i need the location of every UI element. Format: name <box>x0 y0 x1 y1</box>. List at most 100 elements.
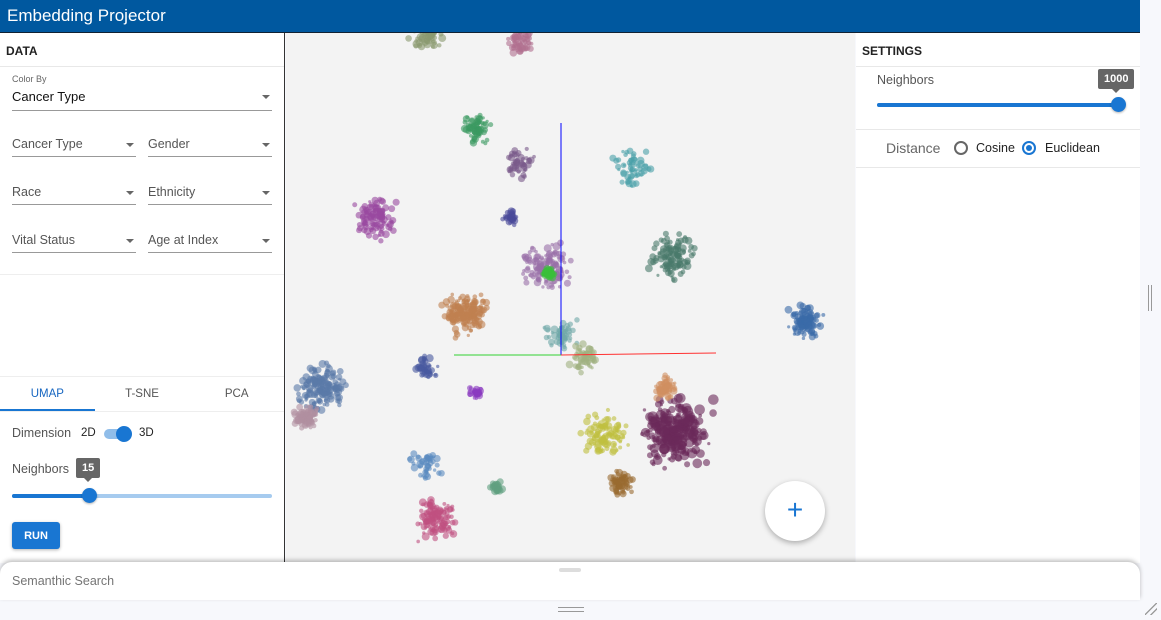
embedding-point[interactable] <box>708 394 719 405</box>
embedding-point[interactable] <box>661 433 673 445</box>
embedding-point[interactable] <box>629 166 636 173</box>
embedding-point[interactable] <box>509 48 518 57</box>
embedding-point[interactable] <box>304 396 309 401</box>
embedding-point[interactable] <box>610 446 618 455</box>
embedding-point[interactable] <box>429 452 437 459</box>
embedding-viewport[interactable]: + <box>286 33 855 563</box>
embedding-point[interactable] <box>438 301 446 309</box>
embedding-point[interactable] <box>458 306 464 313</box>
embedding-point[interactable] <box>512 40 517 44</box>
embedding-point[interactable] <box>541 285 545 289</box>
embedding-point[interactable] <box>653 414 659 420</box>
embedding-point[interactable] <box>572 342 580 350</box>
embedding-point[interactable] <box>562 260 567 265</box>
embedding-point[interactable] <box>545 273 554 281</box>
embedding-point[interactable] <box>662 372 668 379</box>
embedding-point[interactable] <box>676 231 683 238</box>
embedding-point[interactable] <box>549 343 554 348</box>
embedding-point[interactable] <box>461 298 465 302</box>
embedding-point[interactable] <box>419 508 424 514</box>
scatter-canvas[interactable] <box>286 33 855 563</box>
embedding-point[interactable] <box>615 472 621 477</box>
embedding-point[interactable] <box>430 44 435 49</box>
embedding-point[interactable] <box>432 468 437 472</box>
embedding-point[interactable] <box>689 434 694 440</box>
embedding-point[interactable] <box>328 373 336 381</box>
embedding-point[interactable] <box>327 381 333 387</box>
embedding-point[interactable] <box>562 345 567 350</box>
embedding-point[interactable] <box>657 380 664 387</box>
embedding-point[interactable] <box>432 535 439 542</box>
embedding-point[interactable] <box>511 35 516 40</box>
embedding-point[interactable] <box>675 412 682 418</box>
embedding-point[interactable] <box>691 445 701 455</box>
embedding-point[interactable] <box>293 384 301 392</box>
embedding-point[interactable] <box>379 226 385 232</box>
embedding-point[interactable] <box>666 388 673 395</box>
tab-tsne[interactable]: T-SNE <box>95 377 190 411</box>
embedding-point[interactable] <box>702 459 711 467</box>
embedding-point[interactable] <box>362 220 366 224</box>
embedding-point[interactable] <box>516 169 521 174</box>
embedding-point[interactable] <box>567 338 572 343</box>
embedding-point[interactable] <box>664 269 672 277</box>
embedding-point[interactable] <box>471 388 479 396</box>
embedding-point[interactable] <box>662 465 668 471</box>
embedding-point[interactable] <box>316 397 322 403</box>
embedding-point[interactable] <box>506 36 511 41</box>
embedding-point[interactable] <box>650 259 657 266</box>
tab-umap[interactable]: UMAP <box>0 377 95 411</box>
embedding-point[interactable] <box>388 205 396 213</box>
embedding-point[interactable] <box>664 241 670 248</box>
embedding-point[interactable] <box>424 470 429 474</box>
embedding-point[interactable] <box>426 501 432 507</box>
embedding-point[interactable] <box>306 380 311 385</box>
embedding-point[interactable] <box>595 447 602 454</box>
embedding-point[interactable] <box>594 438 600 444</box>
embedding-point[interactable] <box>787 325 791 329</box>
filter-race[interactable]: Race <box>12 185 136 205</box>
embedding-point[interactable] <box>471 301 476 306</box>
embedding-point[interactable] <box>588 345 594 351</box>
embedding-point[interactable] <box>421 502 425 507</box>
embedding-point[interactable] <box>464 305 471 311</box>
embedding-point[interactable] <box>643 163 649 169</box>
embedding-point[interactable] <box>488 122 494 128</box>
embedding-point[interactable] <box>441 313 448 320</box>
embedding-point[interactable] <box>468 386 473 390</box>
embedding-point[interactable] <box>376 215 380 219</box>
embedding-point[interactable] <box>296 403 304 411</box>
embedding-point[interactable] <box>575 363 583 371</box>
embedding-point[interactable] <box>480 305 484 310</box>
embedding-point[interactable] <box>598 424 604 430</box>
embedding-point[interactable] <box>667 457 671 461</box>
embedding-point[interactable] <box>528 273 532 277</box>
embedding-point[interactable] <box>544 279 549 284</box>
embedding-point[interactable] <box>611 416 617 421</box>
embedding-point[interactable] <box>679 435 684 439</box>
embedding-point[interactable] <box>656 273 660 277</box>
embedding-point[interactable] <box>640 167 648 175</box>
embedding-point[interactable] <box>615 163 622 170</box>
embedding-point[interactable] <box>618 440 623 444</box>
embedding-point[interactable] <box>807 314 815 322</box>
neighbors-slider[interactable] <box>12 488 272 503</box>
embedding-point[interactable] <box>577 429 585 437</box>
embedding-point[interactable] <box>462 312 470 320</box>
embedding-point[interactable] <box>323 397 331 404</box>
radio-cosine[interactable] <box>954 141 968 155</box>
embedding-point[interactable] <box>524 266 531 274</box>
embedding-point[interactable] <box>619 179 625 185</box>
embedding-point[interactable] <box>694 404 705 415</box>
embedding-point[interactable] <box>436 364 440 369</box>
embedding-point[interactable] <box>445 519 451 525</box>
embedding-point[interactable] <box>801 315 808 321</box>
embedding-point[interactable] <box>432 529 439 536</box>
dimension-toggle[interactable] <box>104 426 132 442</box>
embedding-point[interactable] <box>312 383 318 388</box>
embedding-point[interactable] <box>707 442 711 446</box>
embedding-point[interactable] <box>667 443 676 451</box>
radio-euclidean[interactable] <box>1022 141 1036 155</box>
embedding-point[interactable] <box>524 146 529 151</box>
embedding-point[interactable] <box>668 393 674 400</box>
